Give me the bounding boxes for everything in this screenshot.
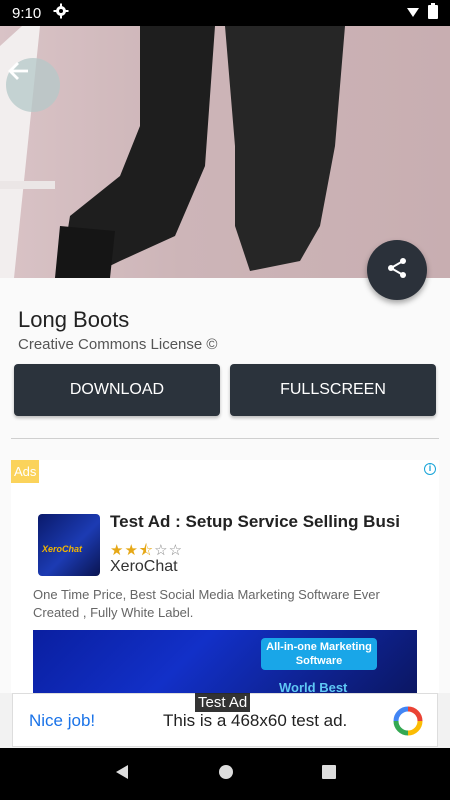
ads-badge: Ads [11,460,40,483]
status-bar: 9:10 [0,0,450,26]
info-icon[interactable]: i [424,463,436,475]
ad-banner-image[interactable]: All-in-one Marketing Software World Best [33,630,417,700]
photo-title: Long Boots [18,307,130,332]
wifi-icon [406,4,420,22]
test-ad-text: This is a 468x60 test ad. [163,711,348,730]
ad-app-icon[interactable]: XeroChat [38,514,100,576]
fullscreen-button[interactable]: FULLSCREEN [230,364,436,416]
license-text: Creative Commons License © [18,336,218,353]
test-ad-label: Test Ad [195,693,251,712]
ad-banner-pill: All-in-one Marketing Software [261,638,377,670]
boots-illustration [0,26,345,278]
navigation-bar [0,748,450,800]
ad-app-icon-brand: XeroChat [42,544,83,554]
home-nav-icon[interactable] [217,763,235,786]
ad-description: One Time Price, Best Social Media Market… [33,587,380,620]
recents-nav-icon[interactable] [321,764,337,785]
gear-icon [53,3,69,23]
photo-image[interactable] [0,26,450,278]
share-icon [385,256,409,285]
download-button[interactable]: DOWNLOAD [14,364,220,416]
half-star-icon: ⯪ [138,542,155,559]
ad-title[interactable]: Test Ad : Setup Service Selling Busi [110,512,430,532]
status-time: 9:10 [12,4,42,22]
native-ad[interactable]: Ads i XeroChat Test Ad : Setup Service S… [11,460,439,700]
divider [11,438,439,439]
battery-icon [428,3,438,23]
share-button[interactable] [367,240,427,300]
test-ad-cta[interactable]: Nice job! [29,711,95,731]
back-nav-icon[interactable] [113,763,131,786]
ad-logo-icon [393,706,423,741]
back-button[interactable] [6,58,60,112]
ad-advertiser: XeroChat [110,558,178,575]
